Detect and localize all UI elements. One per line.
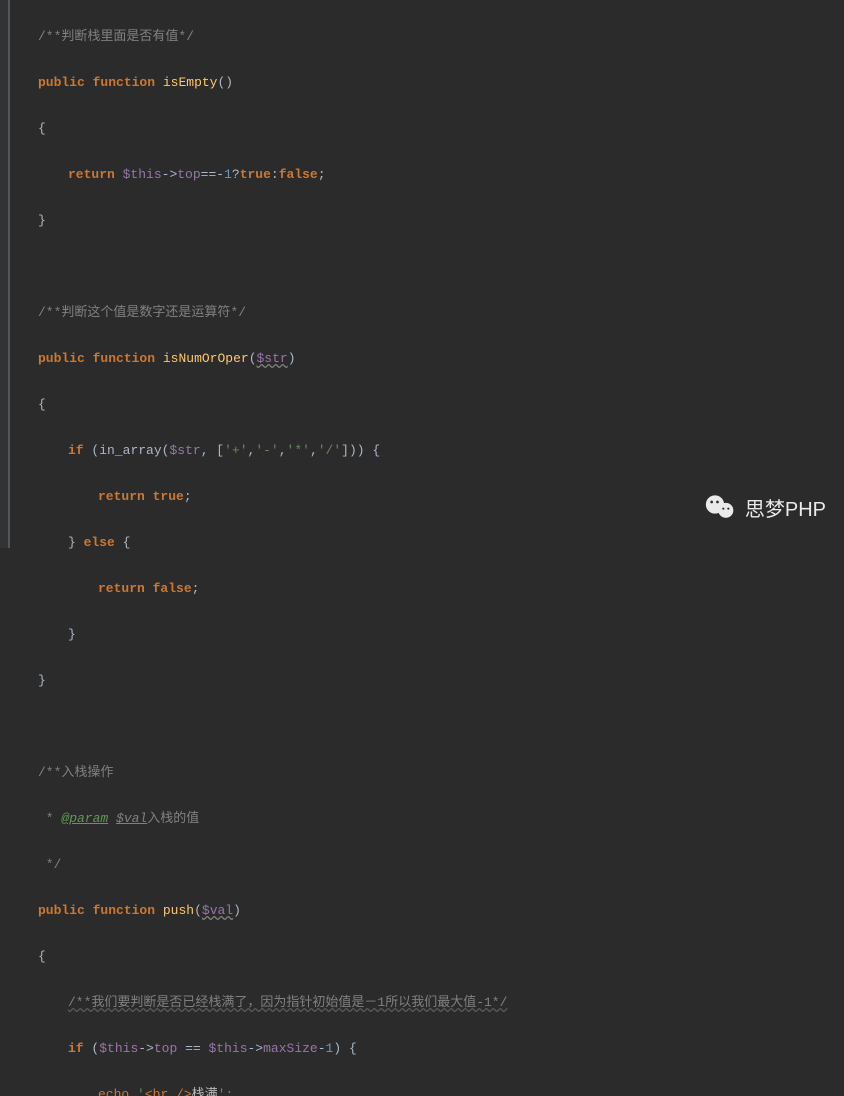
- bool-false: false: [279, 167, 318, 182]
- comment-line: /**判断这个值是数字还是运算符*/: [38, 305, 246, 320]
- html-tag: <br />: [145, 1087, 192, 1096]
- comment-line: /**判断栈里面是否有值*/: [38, 29, 194, 44]
- keyword-return: return: [68, 167, 115, 182]
- number: 1: [224, 167, 232, 182]
- watermark: 思梦PHP: [705, 492, 826, 522]
- prop-maxsize: maxSize: [263, 1041, 318, 1056]
- code-editor: /**判断栈里面是否有值*/ public function isEmpty()…: [0, 0, 844, 548]
- keyword-public: public: [38, 75, 85, 90]
- fn-inarray: in_array: [99, 443, 161, 458]
- wechat-icon: [705, 492, 735, 522]
- function-name: isEmpty: [163, 75, 218, 90]
- prop-top: top: [177, 167, 200, 182]
- function-name: push: [163, 903, 194, 918]
- param-str: $str: [257, 351, 288, 366]
- function-name: isNumOrOper: [163, 351, 249, 366]
- keyword-if: if: [68, 443, 84, 458]
- keyword-function: function: [93, 75, 155, 90]
- param-val: $val: [202, 903, 233, 918]
- gutter: [0, 0, 10, 548]
- doc-var: $val: [116, 811, 147, 826]
- doc-comment: /**入栈操作: [38, 765, 113, 780]
- watermark-text: 思梦PHP: [745, 493, 826, 522]
- keyword-echo: echo: [98, 1087, 129, 1096]
- comment-line: /**我们要判断是否已经栈满了，因为指针初始值是－1所以我们最大值-1*/: [68, 995, 507, 1010]
- bool-true: true: [240, 167, 271, 182]
- brace-close: }: [38, 213, 46, 228]
- string: '+': [224, 443, 247, 458]
- code-area: /**判断栈里面是否有值*/ public function isEmpty()…: [10, 0, 844, 548]
- var-this: $this: [123, 167, 162, 182]
- doc-tag-param: @param: [61, 811, 108, 826]
- brace-open: {: [38, 121, 46, 136]
- string-text: 栈满: [192, 1087, 218, 1096]
